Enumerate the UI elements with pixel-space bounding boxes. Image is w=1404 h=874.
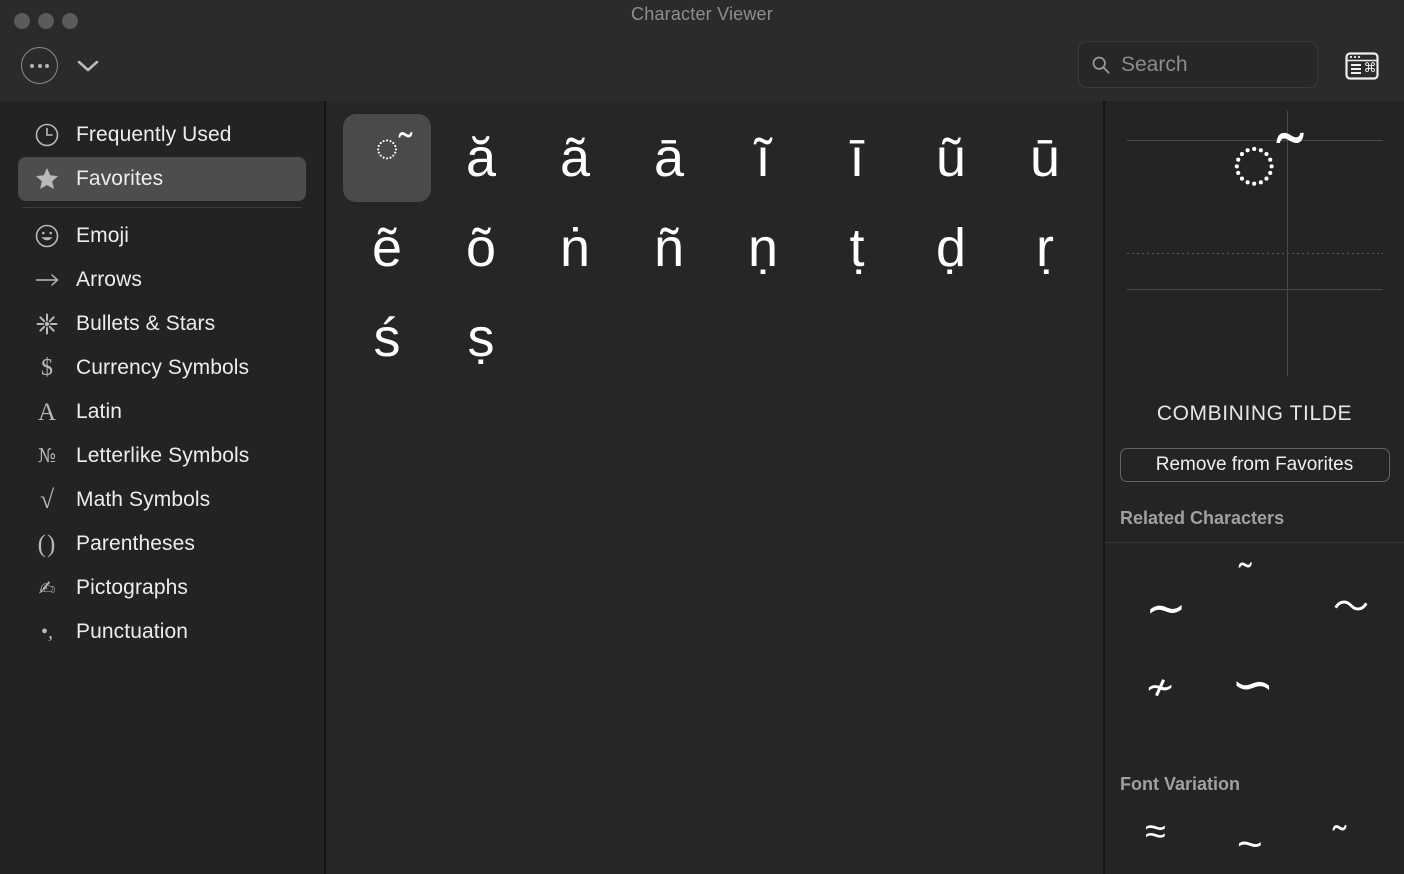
ellipsis-dot-icon [45,63,49,68]
sidebar-item-label: Currency Symbols [76,356,250,379]
related-character[interactable]: ≁ [1145,669,1175,705]
arrow-right-icon [32,265,62,295]
dollar-icon: $ [41,355,53,381]
more-options-button[interactable] [21,47,58,84]
search-field-container [1078,41,1392,88]
character-cell[interactable]: ṛ [998,203,1092,293]
sidebar-item-emoji[interactable]: Emoji [18,214,306,258]
sidebar-item-favorites[interactable]: Favorites [18,157,306,201]
character-cell[interactable]: ś [340,293,434,383]
sidebar-item-label: Pictographs [76,576,188,599]
character-cell[interactable]: ã [528,113,622,203]
character-cell-selected[interactable]: ◌̃ [343,114,431,202]
character-viewer-window: Character Viewer Search ⌘ Frequently Use… [0,0,1404,874]
character-cell[interactable]: ă [434,113,528,203]
sidebar-item-label: Frequently Used [76,123,232,146]
sidebar: Frequently Used Favorites Emoji Arrows B… [0,101,324,874]
letter-a-icon: A [37,398,57,426]
related-character[interactable]: ∼ [1145,583,1187,633]
detail-panel: ◌̃ COMBINING TILDE Remove from Favorites… [1105,101,1404,874]
asterisk-icon [32,309,62,339]
sidebar-item-arrows[interactable]: Arrows [18,258,306,302]
character-cell[interactable]: ṅ [528,203,622,293]
character-cell[interactable]: ĩ [716,113,810,203]
titlebar: Character Viewer Search ⌘ [0,0,1404,101]
font-variation-character[interactable]: ˜ [1333,821,1346,861]
character-cell[interactable]: ñ [622,203,716,293]
keyboard-viewer-button[interactable]: ⌘ [1342,50,1382,82]
star-icon [32,164,62,194]
sidebar-item-label: Math Symbols [76,488,211,511]
related-characters-heading: Related Characters [1120,508,1285,528]
sidebar-item-parentheses[interactable]: () Parentheses [18,522,306,566]
chevron-down-button[interactable] [70,48,106,84]
search-icon [1092,56,1110,74]
smiley-icon [32,221,62,251]
glyph-preview-character: ◌̃ [1231,118,1278,206]
sidebar-item-label: Bullets & Stars [76,312,216,335]
character-cell[interactable]: ā [622,113,716,203]
window-body: Frequently Used Favorites Emoji Arrows B… [0,101,1404,874]
sidebar-item-punctuation[interactable]: •, Punctuation [18,610,306,654]
sidebar-item-label: Arrows [76,268,142,291]
sidebar-item-label: Parentheses [76,532,196,555]
related-character[interactable]: ∽ [1231,659,1275,711]
character-cell[interactable]: ẽ [340,203,434,293]
glyph-origin-line [1287,111,1288,376]
parentheses-icon: () [37,530,57,558]
font-variation-list: ≈ ~ ˜ [1105,795,1404,874]
character-cell[interactable]: ḍ [904,203,998,293]
svg-text:⌘: ⌘ [1364,61,1377,76]
search-field[interactable] [1078,41,1392,88]
sidebar-item-label: Emoji [76,224,130,247]
chevron-down-icon [77,60,99,72]
sidebar-item-label: Punctuation [76,620,189,643]
sidebar-divider [22,207,302,208]
font-variation-character[interactable]: ~ [1237,823,1263,867]
sidebar-item-latin[interactable]: A Latin [18,390,306,434]
clock-icon [32,120,62,150]
character-cell[interactable]: ṇ [716,203,810,293]
font-variation-character[interactable]: ≈ [1145,813,1166,851]
sidebar-item-math-symbols[interactable]: √ Math Symbols [18,478,306,522]
radical-icon: √ [39,485,55,514]
sidebar-item-label: Latin [76,400,123,423]
character-grid-rows: ◌̃ ă ã ā ĩ ī ũ ū ẽ õ ṅ ñ ṇ ṭ ḍ ṛ ś ṣ [340,113,1100,383]
sidebar-item-frequently-used[interactable]: Frequently Used [18,113,306,157]
character-cell[interactable]: ī [810,113,904,203]
glyph-baseline [1127,289,1383,290]
window-title: Character Viewer [631,4,773,24]
related-character[interactable]: ～ [1333,589,1369,625]
keyboard-viewer-icon: ⌘ [1345,52,1379,80]
related-character[interactable]: ˜ [1239,559,1252,597]
related-characters-list: ∼ ˜ ～ ≁ ∽ [1105,543,1404,748]
sidebar-item-letterlike-symbols[interactable]: № Letterlike Symbols [18,434,306,478]
sidebar-item-bullets-and-stars[interactable]: Bullets & Stars [18,302,306,346]
numero-icon: № [38,444,56,467]
punctuation-icon: •, [40,621,53,643]
character-cell[interactable]: ṣ [434,293,528,383]
sidebar-item-pictographs[interactable]: ✍ Pictographs [18,566,306,610]
writing-hand-icon: ✍ [38,576,56,600]
remove-from-favorites-button[interactable]: Remove from Favorites [1119,448,1390,482]
glyph-midline [1127,253,1383,254]
character-grid: ◌̃ ă ã ā ĩ ī ũ ū ẽ õ ṅ ñ ṇ ṭ ḍ ṛ ś ṣ [326,101,1103,874]
character-cell[interactable]: ṭ [810,203,904,293]
sidebar-item-currency-symbols[interactable]: $ Currency Symbols [18,346,306,390]
ellipsis-dot-icon [37,63,42,68]
font-variation-heading: Font Variation [1120,774,1241,794]
glyph-preview: ◌̃ [1105,101,1404,384]
ellipsis-dot-icon [30,63,34,68]
sidebar-item-label: Favorites [76,167,164,190]
character-cell[interactable]: ũ [904,113,998,203]
character-cell[interactable]: õ [434,203,528,293]
sidebar-item-label: Letterlike Symbols [76,444,250,467]
character-name: COMBINING TILDE [1156,402,1353,425]
character-cell[interactable]: ū [998,113,1092,203]
